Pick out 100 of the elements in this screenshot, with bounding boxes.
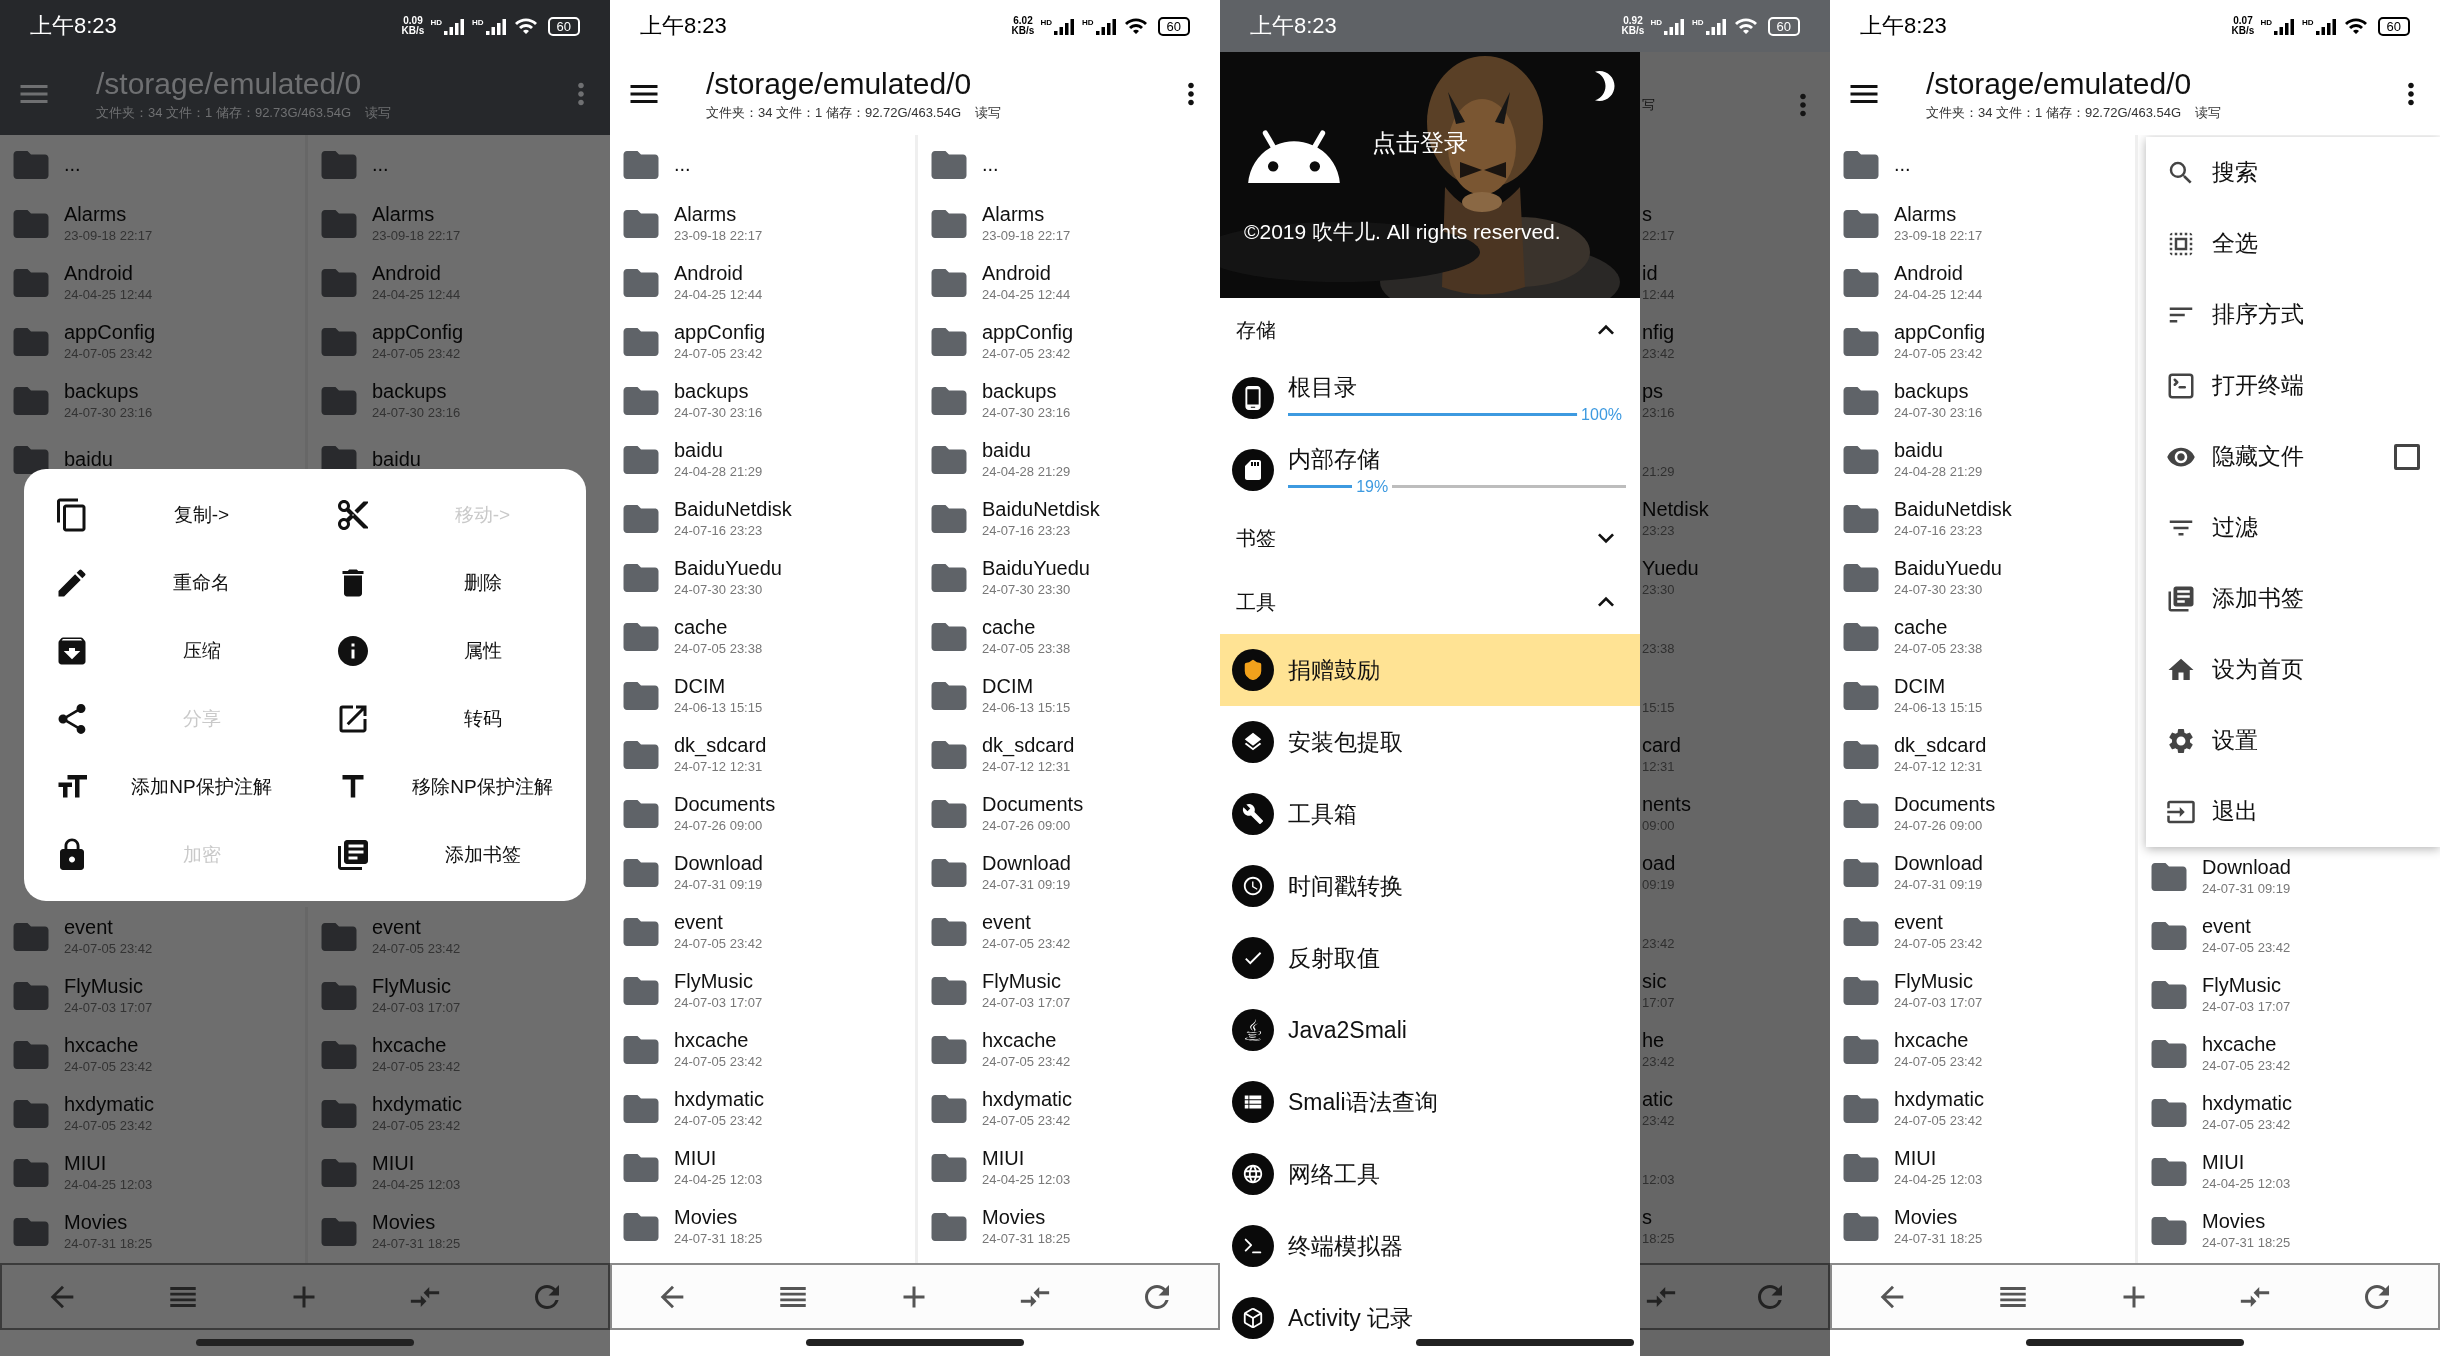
- folder-name[interactable]: atic: [1642, 1088, 1830, 1111]
- folder-name[interactable]: baidu: [982, 439, 1071, 462]
- folder-name[interactable]: Movies: [1894, 1206, 1983, 1229]
- menu-item[interactable]: 设置: [2146, 705, 2440, 776]
- menu-item[interactable]: 添加书签: [2146, 563, 2440, 634]
- folder-name[interactable]: cache: [674, 616, 763, 639]
- folder-name[interactable]: BaiduNetdisk: [674, 498, 792, 521]
- folder-name[interactable]: hxdymatic: [674, 1088, 765, 1111]
- folder-name[interactable]: BaiduYuedu: [982, 557, 1090, 580]
- folder-name[interactable]: Android: [64, 262, 153, 285]
- folder-name[interactable]: Alarms: [64, 203, 153, 226]
- section-header[interactable]: 存储: [1220, 298, 1640, 362]
- menu-item[interactable]: 移除NP保护注解: [305, 753, 586, 821]
- section-header[interactable]: 书签: [1220, 506, 1640, 570]
- folder-name[interactable]: ...: [64, 153, 81, 176]
- folder-name[interactable]: baidu: [372, 448, 421, 471]
- folder-name[interactable]: ...: [674, 153, 691, 176]
- folder-name[interactable]: baidu: [64, 448, 113, 471]
- folder-name[interactable]: backups: [674, 380, 763, 403]
- drawer-item[interactable]: 网络工具: [1220, 1138, 1640, 1210]
- folder-name[interactable]: BaiduYuedu: [1894, 557, 2002, 580]
- folder-name[interactable]: MIUI: [64, 1152, 153, 1175]
- folder-name[interactable]: hxcache: [372, 1034, 461, 1057]
- folder-name[interactable]: s: [1642, 1206, 1830, 1229]
- folder-name[interactable]: BaiduNetdisk: [982, 498, 1100, 521]
- folder-name[interactable]: backups: [1894, 380, 1983, 403]
- folder-name[interactable]: Alarms: [372, 203, 461, 226]
- folder-name[interactable]: hxdymatic: [64, 1093, 155, 1116]
- folder-name[interactable]: s: [1642, 203, 1830, 226]
- folder-name[interactable]: baidu: [674, 439, 763, 462]
- folder-name[interactable]: Alarms: [1894, 203, 1983, 226]
- folder-name[interactable]: event: [1894, 911, 1983, 934]
- folder-name[interactable]: DCIM: [982, 675, 1071, 698]
- checkbox[interactable]: [2394, 443, 2420, 470]
- folder-name[interactable]: he: [1642, 1029, 1830, 1052]
- folder-name[interactable]: cache: [982, 616, 1071, 639]
- folder-name[interactable]: Download: [982, 852, 1071, 875]
- menu-item[interactable]: 排序方式: [2146, 279, 2440, 350]
- storage-name[interactable]: 内部存储: [1288, 443, 1626, 475]
- folder-name[interactable]: hxdymatic: [1894, 1088, 1985, 1111]
- folder-name[interactable]: FlyMusic: [372, 975, 461, 998]
- folder-name[interactable]: Movies: [64, 1211, 153, 1234]
- folder-name[interactable]: Download: [674, 852, 763, 875]
- folder-name[interactable]: event: [64, 916, 153, 939]
- folder-name[interactable]: dk_sdcard: [1894, 734, 1987, 757]
- folder-name[interactable]: hxdymatic: [2202, 1092, 2293, 1115]
- folder-name[interactable]: event: [674, 911, 763, 934]
- folder-name[interactable]: ...: [982, 153, 999, 176]
- menu-item[interactable]: 过滤: [2146, 492, 2440, 563]
- folder-name[interactable]: MIUI: [1894, 1147, 1983, 1170]
- folder-name[interactable]: card: [1642, 734, 1830, 757]
- folder-name[interactable]: Alarms: [674, 203, 763, 226]
- folder-name[interactable]: MIUI: [2202, 1151, 2291, 1174]
- folder-name[interactable]: dk_sdcard: [982, 734, 1075, 757]
- folder-name[interactable]: ...: [1894, 153, 1911, 176]
- folder-name[interactable]: appConfig: [674, 321, 766, 344]
- folder-name[interactable]: Documents: [982, 793, 1084, 816]
- folder-name[interactable]: Download: [1894, 852, 1983, 875]
- menu-item[interactable]: 复制->: [24, 481, 305, 549]
- folder-name[interactable]: event: [372, 916, 461, 939]
- menu-item[interactable]: 转码: [305, 685, 586, 753]
- drawer-item[interactable]: Smali语法查询: [1220, 1066, 1640, 1138]
- folder-name[interactable]: hxdymatic: [982, 1088, 1073, 1111]
- folder-name[interactable]: Movies: [982, 1206, 1071, 1229]
- folder-name[interactable]: FlyMusic: [674, 970, 763, 993]
- folder-name[interactable]: DCIM: [1894, 675, 1983, 698]
- folder-name[interactable]: hxcache: [674, 1029, 763, 1052]
- folder-name[interactable]: dk_sdcard: [674, 734, 767, 757]
- menu-item[interactable]: 设为首页: [2146, 634, 2440, 705]
- folder-name[interactable]: appConfig: [372, 321, 464, 344]
- folder-name[interactable]: ps: [1642, 380, 1830, 403]
- folder-name[interactable]: cache: [1894, 616, 1983, 639]
- folder-name[interactable]: hxdymatic: [372, 1093, 463, 1116]
- drawer-item[interactable]: 安装包提取: [1220, 706, 1640, 778]
- menu-item[interactable]: 压缩: [24, 617, 305, 685]
- folder-name[interactable]: BaiduNetdisk: [1894, 498, 2012, 521]
- folder-name[interactable]: hxcache: [982, 1029, 1071, 1052]
- folder-name[interactable]: event: [982, 911, 1071, 934]
- menu-item[interactable]: 退出: [2146, 776, 2440, 847]
- folder-name[interactable]: FlyMusic: [1894, 970, 1983, 993]
- folder-name[interactable]: FlyMusic: [982, 970, 1071, 993]
- menu-item[interactable]: 添加书签: [305, 821, 586, 889]
- folder-name[interactable]: DCIM: [674, 675, 763, 698]
- drawer-item[interactable]: Java2Smali: [1220, 994, 1640, 1066]
- drawer-item[interactable]: 反射取值: [1220, 922, 1640, 994]
- folder-name[interactable]: Movies: [372, 1211, 461, 1234]
- folder-name[interactable]: MIUI: [372, 1152, 461, 1175]
- menu-item[interactable]: 添加NP保护注解: [24, 753, 305, 821]
- folder-name[interactable]: backups: [982, 380, 1071, 403]
- folder-name[interactable]: baidu: [1894, 439, 1983, 462]
- folder-name[interactable]: hxcache: [1894, 1029, 1983, 1052]
- menu-item[interactable]: 属性: [305, 617, 586, 685]
- menu-item[interactable]: 删除: [305, 549, 586, 617]
- folder-name[interactable]: FlyMusic: [2202, 974, 2291, 997]
- folder-name[interactable]: Android: [1894, 262, 1983, 285]
- folder-name[interactable]: appConfig: [64, 321, 156, 344]
- folder-name[interactable]: Android: [372, 262, 461, 285]
- folder-name[interactable]: Yuedu: [1642, 557, 1830, 580]
- menu-item[interactable]: 打开终端: [2146, 350, 2440, 421]
- folder-name[interactable]: MIUI: [982, 1147, 1071, 1170]
